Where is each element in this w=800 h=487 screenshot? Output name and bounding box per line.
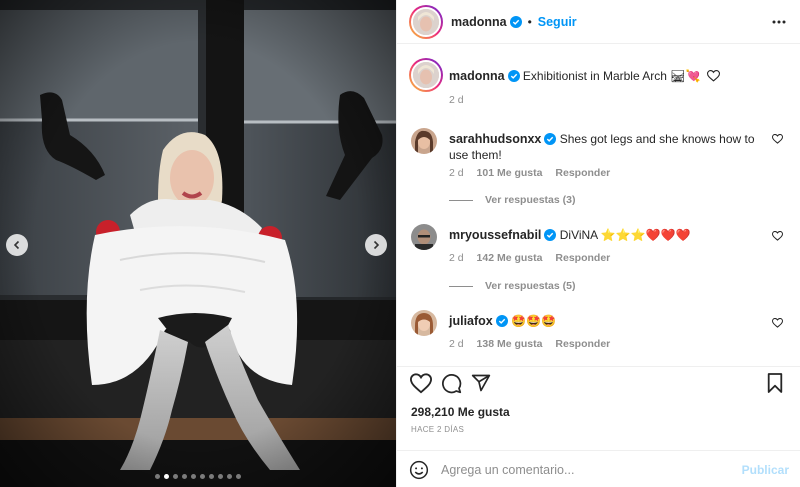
view-replies-button[interactable]: Ver respuestas (5) (449, 280, 575, 292)
post-header: madonna • Seguir (397, 0, 800, 44)
reply-button[interactable]: Responder (555, 167, 610, 179)
comment-input[interactable] (441, 460, 731, 480)
comment-likes[interactable]: 142 Me gusta (477, 252, 543, 264)
post-timestamp: HACE 2 DÍAS (411, 425, 465, 434)
caption-username[interactable]: madonna (449, 69, 505, 83)
avatar-image (411, 128, 437, 154)
comment-username[interactable]: sarahhudsonxx (449, 132, 541, 146)
comment-item: sarahhudsonxx Shes got legs and she know… (411, 128, 791, 206)
paper-plane-icon[interactable] (471, 373, 491, 393)
header-separator: • (527, 14, 532, 29)
verified-badge-icon (544, 229, 557, 241)
reply-button[interactable]: Responder (555, 252, 610, 264)
carousel-indicator (0, 474, 396, 479)
carousel-dot[interactable] (155, 474, 160, 479)
caption-time[interactable]: 2 d (449, 94, 464, 106)
caption-text-line: madonna Exhibitionist in Marble Arch 🛤💘 (449, 68, 769, 84)
view-replies-label: Ver respuestas (5) (485, 280, 576, 292)
publish-button[interactable]: Publicar (742, 463, 789, 477)
comment-username[interactable]: mryoussefnabil (449, 228, 541, 242)
comment-time[interactable]: 2 d (449, 167, 464, 179)
verified-badge-icon (507, 70, 520, 82)
post-photo (0, 0, 396, 487)
carousel-dot[interactable] (191, 474, 196, 479)
comment-item: juliafox 🤩🤩🤩 2 d 138 Me gusta Responder (411, 310, 791, 360)
comment-text-line: sarahhudsonxx Shes got legs and she know… (449, 131, 769, 163)
caption-row: madonna Exhibitionist in Marble Arch 🛤💘 … (409, 58, 791, 112)
comment-meta: 2 d 142 Me gusta Responder (449, 252, 620, 264)
avatar-image (413, 62, 439, 88)
carousel-dot[interactable] (209, 474, 214, 479)
carousel-dot[interactable] (173, 474, 178, 479)
commenter-avatar[interactable] (411, 224, 437, 250)
replies-divider (449, 285, 473, 287)
replies-divider (449, 199, 473, 201)
instagram-post-modal: madonna • Seguir madonna Exhibitionist i… (0, 0, 800, 487)
comment-time[interactable]: 2 d (449, 252, 464, 264)
comment-composer: Publicar (397, 450, 800, 487)
caption-text: Exhibitionist in Marble Arch 🛤💘 (522, 69, 701, 83)
caption-avatar[interactable] (409, 58, 443, 92)
author-avatar[interactable] (409, 4, 443, 39)
chevron-right-icon (373, 240, 380, 250)
bookmark-icon[interactable] (766, 373, 784, 393)
post-side-panel: madonna • Seguir madonna Exhibitionist i… (396, 0, 800, 487)
carousel-dot[interactable] (236, 474, 241, 479)
comment-item: mryoussefnabil DiViNA ⭐⭐⭐❤️❤️❤️ 2 d 142 … (411, 224, 791, 300)
view-replies-label: Ver respuestas (3) (485, 194, 576, 206)
comment-meta: 2 d 138 Me gusta Responder (449, 338, 620, 350)
reply-button[interactable]: Responder (555, 338, 610, 350)
comment-text: 🤩🤩🤩 (511, 314, 556, 328)
follow-button[interactable]: Seguir (538, 15, 577, 29)
comment-like-icon[interactable] (772, 134, 783, 144)
commenter-avatar[interactable] (411, 128, 437, 154)
carousel-dot[interactable] (164, 474, 169, 479)
comment-text: DiViNA ⭐⭐⭐❤️❤️❤️ (559, 228, 691, 242)
comment-like-icon[interactable] (772, 318, 783, 328)
avatar-image (411, 224, 437, 250)
comments-list[interactable]: madonna Exhibitionist in Marble Arch 🛤💘 … (397, 44, 800, 366)
heart-icon[interactable] (410, 373, 432, 394)
carousel-dot[interactable] (218, 474, 223, 479)
comment-icon[interactable] (441, 373, 462, 394)
carousel-next-button[interactable] (365, 234, 387, 256)
commenter-avatar[interactable] (411, 310, 437, 336)
comment-likes[interactable]: 101 Me gusta (477, 167, 543, 179)
comment-likes[interactable]: 138 Me gusta (477, 338, 543, 350)
avatar-image (413, 8, 439, 35)
verified-badge-icon (544, 133, 557, 145)
carousel-prev-button[interactable] (6, 234, 28, 256)
carousel-dot[interactable] (182, 474, 187, 479)
likes-count[interactable]: 298,210 Me gusta (411, 405, 510, 419)
comment-meta: 2 d 101 Me gusta Responder (449, 167, 620, 179)
caption-meta: 2 d (449, 94, 474, 106)
post-media[interactable] (0, 0, 396, 487)
heart-icon (706, 70, 720, 82)
avatar-image (411, 310, 437, 336)
comment-text-line: mryoussefnabil DiViNA ⭐⭐⭐❤️❤️❤️ (449, 227, 769, 243)
comment-username[interactable]: juliafox (449, 314, 493, 328)
carousel-dot[interactable] (200, 474, 205, 479)
more-options-icon[interactable] (771, 14, 787, 30)
verified-badge-icon (495, 315, 508, 327)
view-replies-button[interactable]: Ver respuestas (3) (449, 194, 575, 206)
comment-like-icon[interactable] (772, 231, 783, 241)
chevron-left-icon (13, 240, 20, 250)
comment-time[interactable]: 2 d (449, 338, 464, 350)
carousel-dot[interactable] (227, 474, 232, 479)
verified-badge-icon (509, 15, 522, 28)
comment-text-line: juliafox 🤩🤩🤩 (449, 313, 769, 329)
emoji-icon[interactable] (409, 460, 429, 480)
author-username[interactable]: madonna (451, 15, 507, 29)
